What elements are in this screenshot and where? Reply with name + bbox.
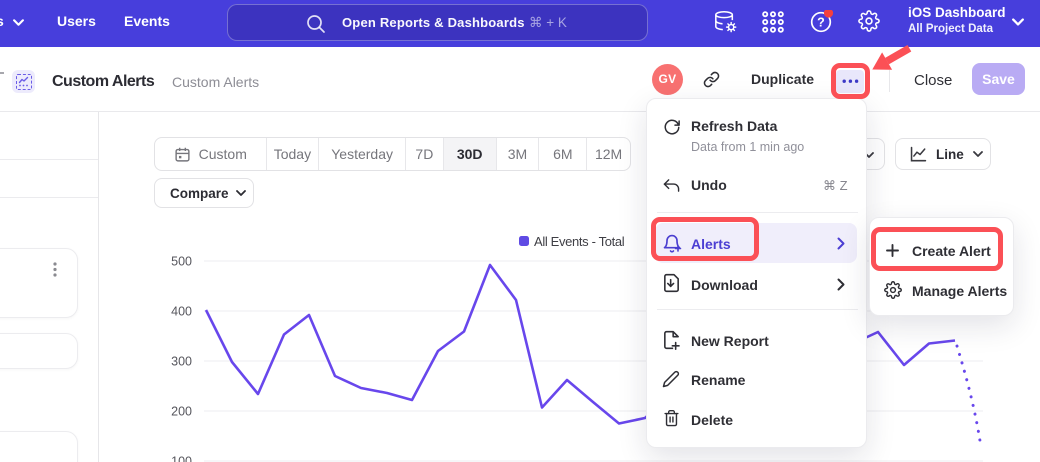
svg-text:200: 200 [171,405,192,419]
svg-text:All Events - Total: All Events - Total [534,234,625,249]
svg-text:?: ? [817,16,825,30]
svg-text:300: 300 [171,355,192,369]
svg-text:100: 100 [171,455,192,462]
svg-text:400: 400 [171,305,192,319]
svg-text:500: 500 [171,255,192,269]
